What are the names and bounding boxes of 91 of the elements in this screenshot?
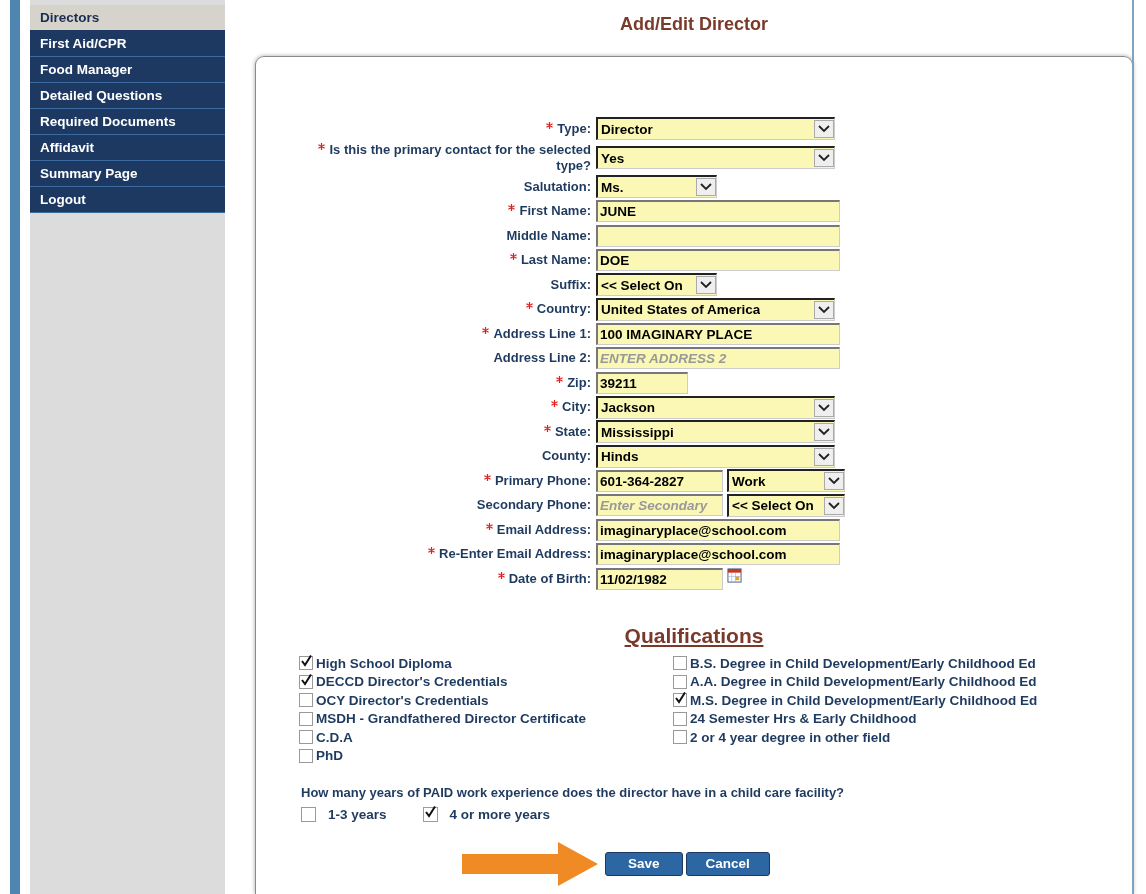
caret-icon — [814, 423, 834, 441]
checkbox-label: 1-3 years — [328, 806, 387, 822]
nav-item[interactable]: Affidavit — [30, 135, 225, 161]
nav-item[interactable]: Detailed Questions — [30, 83, 225, 109]
action-button[interactable]: Cancel — [685, 851, 770, 876]
field-label: Suffix: — [550, 276, 591, 293]
section-heading: Qualifications — [623, 624, 765, 648]
caret-icon — [824, 496, 844, 515]
dropdown[interactable]: United States of America — [596, 297, 835, 321]
dropdown[interactable]: Yes — [596, 146, 835, 169]
checkbox[interactable] — [673, 730, 687, 745]
checkbox[interactable] — [299, 693, 313, 708]
checkbox[interactable] — [299, 674, 313, 689]
text-field[interactable]: 11/02/1982 — [596, 567, 723, 590]
field-label: Re-Enter Email Address: — [428, 546, 591, 562]
field-label: County: — [541, 448, 591, 464]
checkbox-label: A.A. Degree in Child Development/Early Childhood Ed — [690, 674, 1037, 690]
caret-icon — [824, 472, 844, 490]
dropdown[interactable]: Jackson — [596, 395, 835, 419]
checkbox[interactable] — [299, 748, 313, 763]
caret-icon — [814, 120, 834, 138]
text-field[interactable]: imaginaryplace@school.com — [596, 543, 840, 565]
checkbox[interactable] — [673, 693, 687, 708]
text-field[interactable]: JUNE — [596, 200, 840, 222]
nav-item[interactable]: Food Manager — [30, 57, 225, 83]
text-field[interactable]: 601-364-2827 — [596, 469, 723, 492]
field-label: Date of Birth: — [497, 570, 591, 587]
dropdown[interactable]: Mississippi — [596, 420, 835, 443]
field-label: Is this the primary contact for the selected type? — [301, 141, 591, 174]
checkbox-label: C.D.A — [316, 729, 353, 745]
dropdown[interactable]: Ms. — [596, 175, 717, 198]
dropdown[interactable]: Director — [596, 117, 835, 140]
checkbox[interactable] — [673, 656, 687, 671]
field-label: Address Line 1: — [482, 325, 591, 342]
field-label: Salutation: — [523, 178, 591, 195]
text-field[interactable]: Enter Secondary — [596, 494, 723, 516]
nav-item[interactable]: Directors — [30, 5, 225, 31]
checkbox-label: B.S. Degree in Child Development/Early Childhood Ed — [690, 655, 1036, 671]
field-label: Email Address: — [485, 521, 591, 538]
checkbox-label: 4 or more years — [449, 806, 551, 822]
caret-icon — [696, 178, 716, 196]
calendar-icon[interactable] — [727, 568, 742, 583]
checkbox-label: M.S. Degree in Child Development/Early Childhood Ed — [690, 692, 1038, 708]
checkbox[interactable] — [301, 806, 316, 822]
arrow-icon — [462, 841, 600, 886]
dropdown[interactable]: Hinds — [596, 444, 835, 468]
checkbox-label: MSDH - Grandfathered Director Certificate — [316, 711, 587, 727]
field-label: City: — [551, 399, 591, 415]
checkbox[interactable] — [299, 730, 313, 745]
checkbox-label: OCY Director's Credentials — [316, 692, 489, 708]
action-button[interactable]: Save — [605, 851, 683, 876]
question-text: How many years of PAID work experience does the director have in a child care facility? — [301, 785, 846, 800]
checkbox-label: PhD — [316, 748, 343, 764]
field-label: Secondary Phone: — [476, 497, 591, 513]
field-label: State: — [543, 423, 591, 440]
checkbox[interactable] — [673, 711, 687, 726]
text-field[interactable]: 39211 — [596, 371, 688, 394]
caret-icon — [696, 276, 716, 294]
caret-icon — [814, 300, 834, 319]
caret-icon — [814, 398, 834, 417]
page-title: Add/Edit Director — [619, 14, 769, 35]
caret-icon — [814, 447, 834, 466]
field-label: Type: — [546, 120, 591, 137]
dropdown[interactable]: Work — [727, 469, 845, 492]
checkbox-label: 24 Semester Hrs & Early Childhood — [690, 711, 917, 727]
caret-icon — [814, 149, 834, 167]
field-label: Country: — [525, 301, 591, 317]
field-label: Primary Phone: — [483, 472, 591, 489]
nav-item[interactable]: First Aid/CPR — [30, 31, 225, 57]
field-label: First Name: — [508, 203, 591, 219]
field-label: Middle Name: — [506, 227, 591, 244]
nav-item[interactable]: Summary Page — [30, 161, 225, 187]
text-field[interactable]: DOE — [596, 249, 840, 271]
checkbox[interactable] — [299, 656, 313, 671]
checkbox[interactable] — [299, 711, 313, 726]
field-label: Last Name: — [509, 252, 591, 268]
dropdown[interactable]: << Select On — [596, 273, 717, 296]
checkbox-label: 2 or 4 year degree in other field — [690, 729, 891, 745]
text-field[interactable]: 100 IMAGINARY PLACE — [596, 322, 840, 345]
text-field[interactable] — [596, 224, 840, 247]
checkbox[interactable] — [673, 674, 687, 689]
checkbox-label: High School Diploma — [316, 655, 452, 671]
field-label: Address Line 2: — [493, 350, 591, 366]
text-field[interactable]: imaginaryplace@school.com — [596, 518, 840, 541]
dropdown[interactable]: << Select On — [727, 493, 845, 517]
nav-item[interactable]: Logout — [30, 187, 225, 213]
checkbox[interactable] — [422, 806, 438, 822]
checkbox-label: DECCD Director's Credentials — [316, 674, 508, 690]
field-label: Zip: — [556, 374, 591, 391]
nav-item[interactable]: Required Documents — [30, 109, 225, 135]
text-field[interactable]: ENTER ADDRESS 2 — [596, 347, 840, 369]
